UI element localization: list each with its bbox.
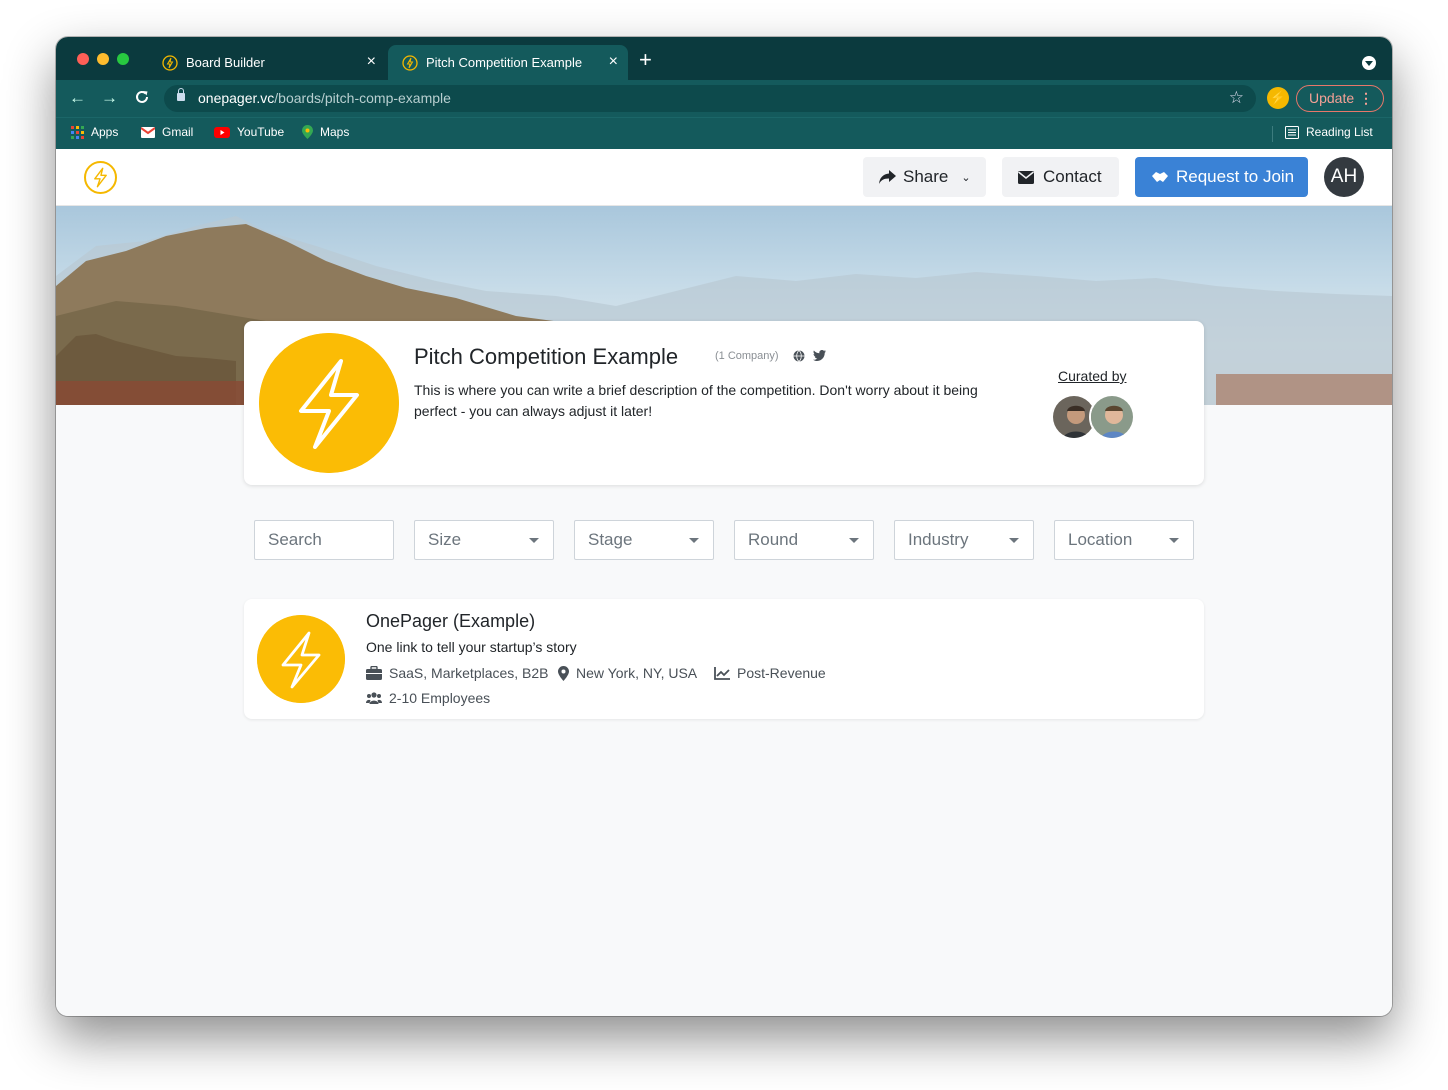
company-tagline: One link to tell your startup’s story <box>366 639 577 655</box>
apps-grid-icon <box>71 125 84 139</box>
company-card[interactable]: OnePager (Example) One link to tell your… <box>244 599 1204 719</box>
url-text: onepager.vc/boards/pitch-comp-example <box>198 90 451 106</box>
request-to-join-button[interactable]: Request to Join <box>1135 157 1308 197</box>
bookmark-apps[interactable]: Apps <box>71 125 118 139</box>
handshake-icon <box>1152 172 1168 182</box>
caret-down-icon <box>1169 538 1179 543</box>
user-avatar[interactable]: AH <box>1324 157 1364 197</box>
search-input[interactable]: Search <box>254 520 394 560</box>
youtube-icon <box>214 126 230 138</box>
caret-down-icon <box>529 538 539 543</box>
bolt-icon <box>402 54 418 71</box>
location-select[interactable]: Location <box>1054 520 1194 560</box>
back-icon[interactable]: ← <box>69 88 86 108</box>
tab-title: Pitch Competition Example <box>426 55 583 70</box>
maps-pin-icon <box>302 125 313 139</box>
round-select[interactable]: Round <box>734 520 874 560</box>
bookmark-gmail[interactable]: Gmail <box>141 125 193 139</box>
site-header: Share ⌄ Contact Request to Join AH <box>56 149 1392 206</box>
curator-avatar-2[interactable] <box>1089 394 1135 440</box>
caret-down-icon <box>1009 538 1019 543</box>
tab-board-builder[interactable]: Board Builder × <box>148 45 386 80</box>
zoom-window-button[interactable] <box>117 53 129 65</box>
board-bolt-logo <box>259 333 399 473</box>
caret-down-icon <box>689 538 699 543</box>
bookmark-separator <box>1272 126 1273 142</box>
bookmark-maps[interactable]: Maps <box>302 125 349 139</box>
curated-by-label[interactable]: Curated by <box>1058 368 1126 384</box>
caret-down-icon <box>849 538 859 543</box>
tab-pitch-competition[interactable]: Pitch Competition Example × <box>388 45 628 80</box>
forward-icon[interactable]: → <box>101 88 118 108</box>
size-select[interactable]: Size <box>414 520 554 560</box>
company-stage: Post-Revenue <box>714 665 826 681</box>
twitter-icon[interactable] <box>813 350 826 361</box>
contact-button[interactable]: Contact <box>1002 157 1119 197</box>
browser-window: Board Builder × Pitch Competition Exampl… <box>56 37 1392 1016</box>
briefcase-icon <box>366 666 382 680</box>
menu-dots-icon: ⋮ <box>1359 90 1373 106</box>
reading-list[interactable]: Reading List <box>1285 125 1373 139</box>
address-bar[interactable]: onepager.vc/boards/pitch-comp-example ☆ <box>164 85 1256 112</box>
globe-icon[interactable] <box>793 350 805 362</box>
page-content: Share ⌄ Contact Request to Join AH Pitch… <box>56 149 1392 1016</box>
share-arrow-icon <box>879 169 896 184</box>
board-info-card: Pitch Competition Example (1 Company) Th… <box>244 321 1204 485</box>
bookmarks-bar: Apps Gmail YouTube Maps Reading List <box>56 117 1392 149</box>
company-bolt-logo <box>257 615 345 703</box>
bolt-icon <box>162 54 178 71</box>
envelope-icon <box>1018 170 1034 184</box>
tab-title: Board Builder <box>186 55 265 70</box>
board-title: Pitch Competition Example <box>414 344 679 369</box>
close-window-button[interactable] <box>77 53 89 65</box>
minimize-window-button[interactable] <box>97 53 109 65</box>
share-button[interactable]: Share ⌄ <box>863 157 986 197</box>
chart-line-icon <box>714 666 730 680</box>
browser-toolbar: ← → onepager.vc/boards/pitch-comp-exampl… <box>56 80 1392 117</box>
gmail-icon <box>141 126 155 138</box>
users-icon <box>366 692 382 704</box>
stage-select[interactable]: Stage <box>574 520 714 560</box>
lock-icon <box>177 88 185 101</box>
industry-select[interactable]: Industry <box>894 520 1034 560</box>
company-industries: SaaS, Marketplaces, B2B <box>366 665 549 681</box>
company-location: New York, NY, USA <box>558 665 697 681</box>
reading-list-icon <box>1285 125 1299 139</box>
close-tab-icon[interactable]: × <box>367 54 376 70</box>
map-marker-icon <box>558 665 569 681</box>
update-button[interactable]: Update ⋮ <box>1296 85 1384 112</box>
tab-search-icon[interactable] <box>1362 56 1376 70</box>
board-description: This is where you can write a brief desc… <box>414 382 978 419</box>
company-count: (1 Company) <box>715 350 779 362</box>
onepager-extension-icon[interactable]: ⚡ <box>1267 87 1289 109</box>
company-size: 2-10 Employees <box>366 690 490 706</box>
onepager-logo-icon[interactable] <box>84 161 117 194</box>
company-name[interactable]: OnePager (Example) <box>366 611 535 632</box>
close-tab-icon[interactable]: × <box>609 54 618 70</box>
bookmark-star-icon[interactable]: ☆ <box>1229 88 1244 108</box>
bookmark-youtube[interactable]: YouTube <box>214 125 284 139</box>
new-tab-button[interactable]: + <box>639 49 652 71</box>
chevron-down-icon: ⌄ <box>961 171 971 184</box>
reload-icon[interactable] <box>134 89 150 105</box>
tab-strip: Board Builder × Pitch Competition Exampl… <box>56 37 1392 80</box>
